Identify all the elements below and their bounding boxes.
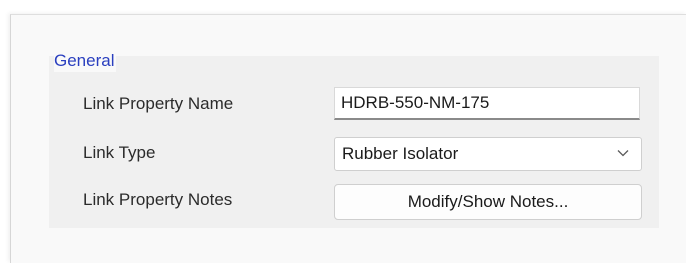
link-type-label: Link Type — [83, 143, 156, 162]
link-type-selected-value: Rubber Isolator — [342, 144, 459, 163]
link-type-select[interactable]: Rubber Isolator — [334, 137, 642, 171]
general-group-title: General — [54, 50, 117, 72]
link-property-name-label: Link Property Name — [83, 94, 234, 113]
link-property-notes-label: Link Property Notes — [83, 190, 233, 209]
modify-show-notes-button[interactable]: Modify/Show Notes... — [334, 184, 642, 220]
link-property-name-input[interactable]: HDRB-550-NM-175 — [334, 87, 640, 120]
chevron-down-icon — [617, 150, 629, 157]
